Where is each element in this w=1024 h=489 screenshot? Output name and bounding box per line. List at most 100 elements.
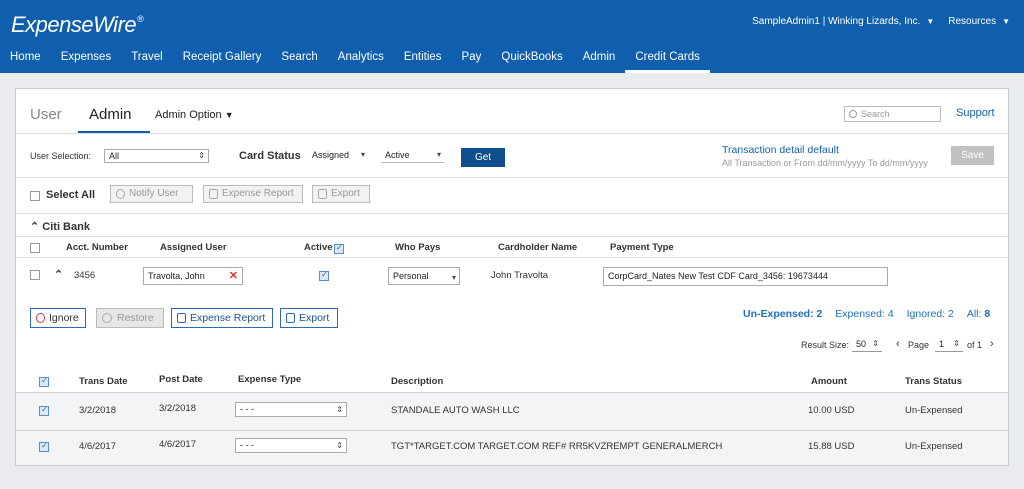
document-icon [177, 313, 186, 323]
result-size-select[interactable]: 50 ⇕ [852, 338, 882, 352]
card-row-checkbox[interactable] [30, 270, 40, 280]
spinner-icon: ⇕ [336, 405, 343, 414]
restore-button[interactable]: Restore [96, 308, 164, 328]
export-button[interactable]: Export [312, 185, 370, 203]
col-cardholder-name: Cardholder Name [498, 242, 578, 253]
active-status-select[interactable]: Active ▾ [381, 149, 444, 163]
main-nav: Home Expenses Travel Receipt Gallery Sea… [0, 44, 710, 73]
resources-dropdown[interactable]: Resources ▼ [948, 16, 1010, 27]
page-count: of 1 [967, 340, 983, 350]
export-icon [286, 313, 295, 323]
status-counts: Un-Expensed: 2 Expensed: 4 Ignored: 2 Al… [743, 308, 990, 320]
txn-expense-report-button[interactable]: Expense Report [171, 308, 273, 328]
expense-type-select[interactable]: - - - ⇕ [235, 438, 347, 453]
user-selection-select[interactable]: All ⇕ [104, 149, 209, 163]
account-menu: SampleAdmin1 | Winking Lizards, Inc. ▼ Re… [752, 16, 1010, 27]
select-all-checkbox[interactable] [30, 191, 40, 201]
get-button[interactable]: Get [461, 148, 505, 167]
assigned-user-input[interactable]: Travolta, John ✕ [143, 267, 243, 285]
spinner-icon: ⇕ [336, 441, 343, 450]
nav-quickbooks[interactable]: QuickBooks [491, 44, 572, 73]
description: STANDALE AUTO WASH LLC [391, 405, 520, 416]
nav-admin[interactable]: Admin [573, 44, 626, 73]
search-icon [849, 110, 857, 118]
caret-down-icon: ▾ [451, 273, 456, 282]
expense-type-select[interactable]: - - - ⇕ [235, 402, 347, 417]
caret-down-icon: ▾ [360, 150, 365, 159]
active-all-checkbox[interactable] [334, 243, 344, 254]
description: TGT*TARGET.COM TARGET.COM REF# RR5KVZREM… [391, 441, 723, 452]
tab-user[interactable]: User [30, 106, 62, 123]
nav-home[interactable]: Home [0, 44, 51, 73]
credit-cards-panel: User Admin Admin Option ▼ Search Support… [15, 88, 1009, 466]
col-acct-number: Acct. Number [66, 242, 128, 253]
trans-status: Un-Expensed [905, 405, 963, 416]
clear-icon[interactable]: ✕ [229, 268, 238, 284]
payment-type-field[interactable]: CorpCard_Nates New Test CDF Card_3456: 1… [603, 267, 888, 286]
document-icon [209, 189, 218, 199]
bank-section-toggle[interactable]: ⌃ Citi Bank [30, 220, 90, 233]
txn-row-checkbox[interactable] [39, 441, 49, 452]
col-trans-date: Trans Date [79, 376, 128, 387]
card-status-label: Card Status [239, 150, 301, 162]
col-description: Description [391, 376, 444, 387]
chevron-up-icon[interactable]: ⌃ [54, 268, 63, 281]
filter-unexpensed[interactable]: Un-Expensed: 2 [743, 308, 822, 320]
app-logo[interactable]: ExpenseWire® [11, 12, 144, 38]
restore-icon [102, 313, 112, 323]
support-link[interactable]: Support [956, 107, 995, 119]
card-active-checkbox[interactable] [319, 270, 329, 281]
nav-search[interactable]: Search [271, 44, 327, 73]
tab-admin[interactable]: Admin [89, 106, 132, 123]
nav-analytics[interactable]: Analytics [328, 44, 394, 73]
admin-option-dropdown[interactable]: Admin Option ▼ [155, 109, 234, 121]
spinner-icon: ⇕ [953, 339, 960, 348]
post-date: 4/6/2017 [159, 439, 196, 450]
divider [16, 177, 1008, 178]
nav-receipt-gallery[interactable]: Receipt Gallery [173, 44, 272, 73]
expense-report-button[interactable]: Expense Report [203, 185, 303, 203]
txn-select-all-checkbox[interactable] [39, 376, 49, 387]
nav-pay[interactable]: Pay [452, 44, 492, 73]
chevron-up-icon: ⌃ [30, 221, 40, 233]
col-expense-type: Expense Type [238, 374, 302, 385]
spinner-icon: ⇕ [198, 151, 205, 160]
nav-expenses[interactable]: Expenses [51, 44, 122, 73]
card-status-select[interactable]: Assigned ▾ [308, 149, 368, 163]
info-icon [116, 189, 125, 199]
save-button[interactable]: Save [951, 146, 994, 165]
post-date: 3/2/2018 [159, 403, 196, 414]
trans-date: 3/2/2018 [79, 405, 116, 416]
account-dropdown[interactable]: SampleAdmin1 | Winking Lizards, Inc. ▼ [752, 16, 934, 27]
transaction-detail-default-link[interactable]: Transaction detail default [722, 144, 839, 156]
next-page-icon[interactable]: › [990, 338, 994, 350]
col-assigned-user: Assigned User [160, 242, 227, 253]
filter-ignored[interactable]: Ignored: 2 [907, 308, 954, 320]
transaction-detail-default-hint: All Transaction or From dd/mm/yyyy To dd… [722, 158, 928, 168]
filter-all[interactable]: All: 8 [967, 308, 990, 320]
who-pays-select[interactable]: Personal ▾ [388, 267, 460, 285]
nav-travel[interactable]: Travel [121, 44, 173, 73]
ignore-icon [36, 313, 45, 323]
divider [16, 133, 1008, 134]
nav-entities[interactable]: Entities [394, 44, 452, 73]
cardholder-name: John Travolta [491, 270, 549, 281]
search-input[interactable]: Search [844, 106, 941, 122]
caret-down-icon: ▼ [224, 110, 234, 120]
divider [16, 236, 1008, 237]
filter-expensed[interactable]: Expensed: 4 [835, 308, 893, 320]
col-who-pays: Who Pays [395, 242, 441, 253]
notify-user-button[interactable]: Notify User [110, 185, 193, 203]
txn-export-button[interactable]: Export [280, 308, 338, 328]
bank-select-all-checkbox[interactable] [30, 243, 40, 253]
ignore-button[interactable]: Ignore [30, 308, 86, 328]
amount: 15.88 USD [808, 441, 855, 452]
nav-credit-cards[interactable]: Credit Cards [625, 44, 710, 73]
trans-date: 4/6/2017 [79, 441, 116, 452]
page-select[interactable]: 1 ⇕ [935, 338, 963, 352]
prev-page-icon[interactable]: ‹ [896, 338, 900, 350]
acct-number: 3456 [74, 270, 96, 281]
user-selection-label: User Selection: [30, 151, 92, 161]
txn-row-checkbox[interactable] [39, 405, 49, 416]
spinner-icon: ⇕ [872, 339, 879, 348]
